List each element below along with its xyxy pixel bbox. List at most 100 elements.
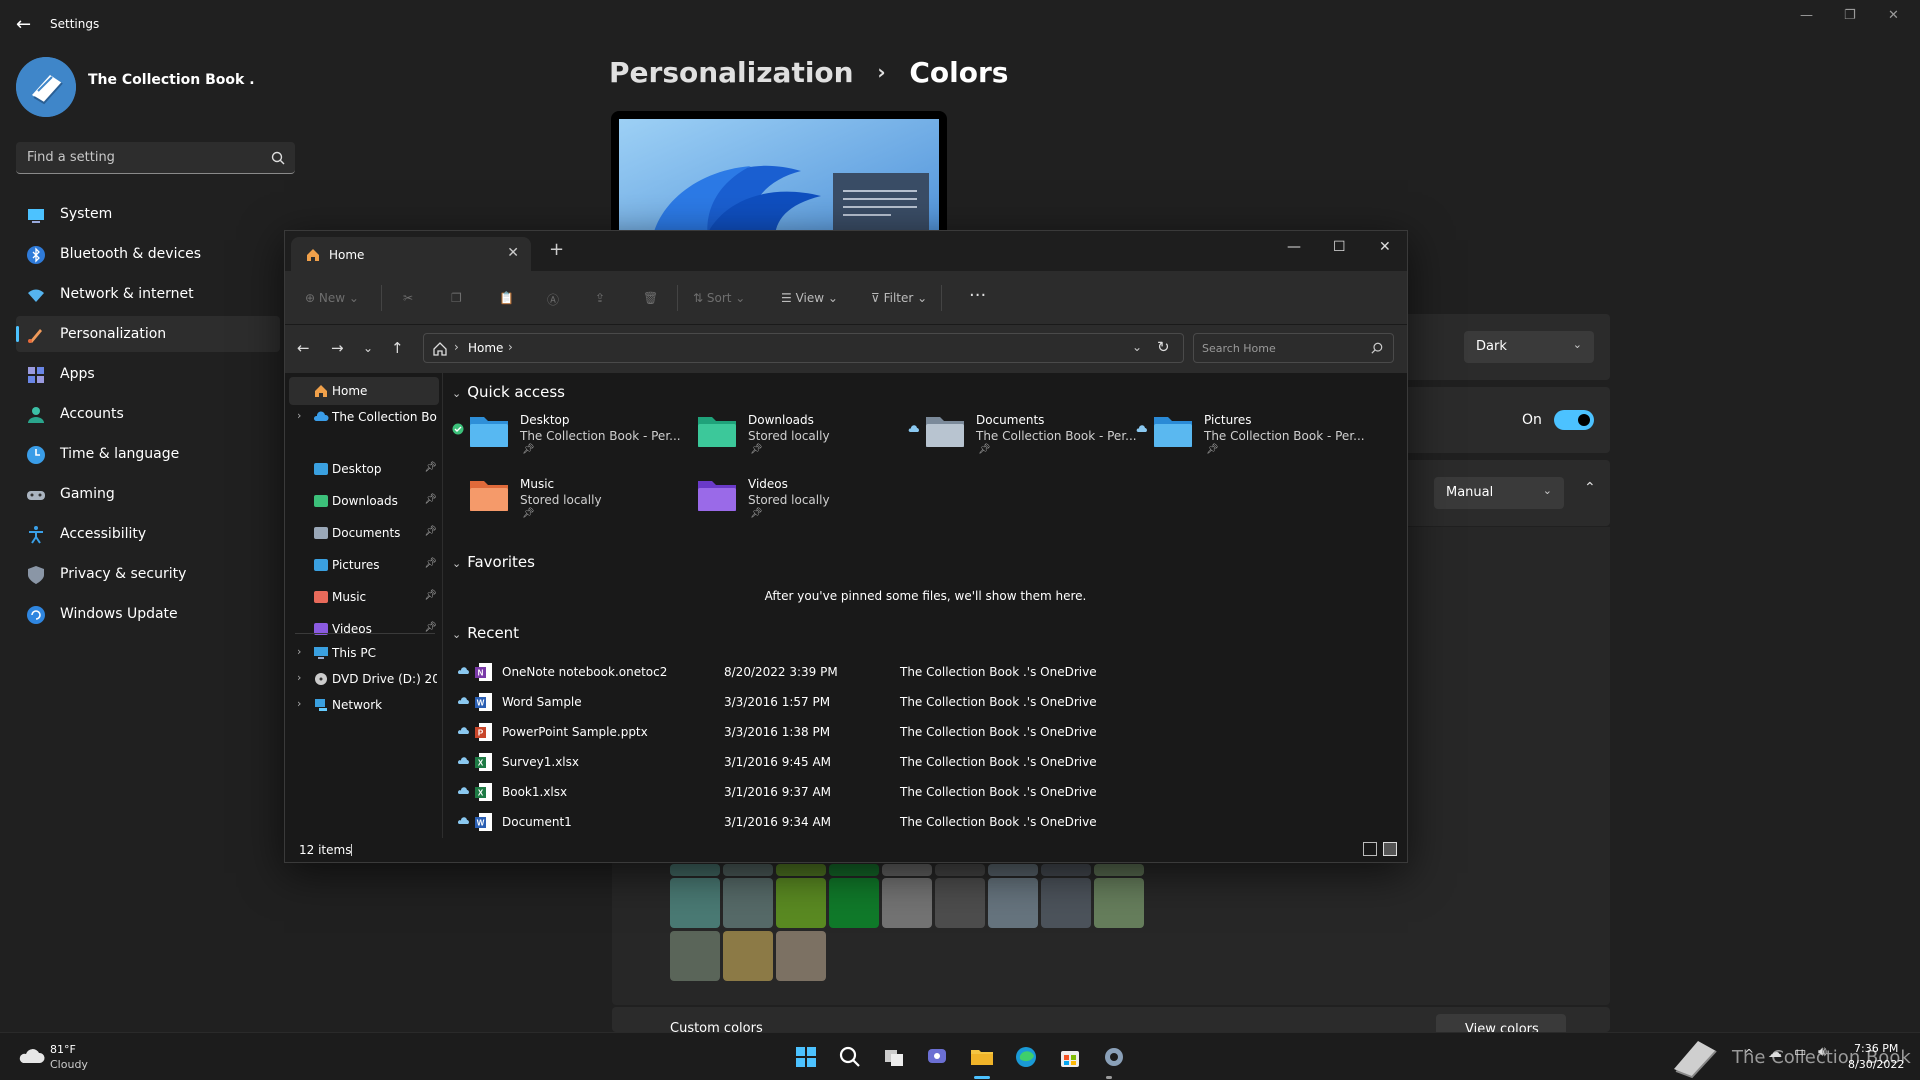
network-tray-icon[interactable]: ▭ xyxy=(1794,1045,1806,1060)
weather-desc[interactable]: Cloudy xyxy=(50,1058,88,1071)
accent-color-swatch[interactable] xyxy=(776,864,826,876)
sidebar-item-bluetooth-devices[interactable]: Bluetooth & devices xyxy=(16,236,280,272)
find-setting-input[interactable]: Find a setting xyxy=(16,142,295,174)
refresh-icon[interactable]: ↻ xyxy=(1157,338,1170,356)
accent-color-swatch[interactable] xyxy=(882,864,932,876)
tiles-view-icon[interactable] xyxy=(1383,842,1397,856)
rename-icon[interactable]: Ⓐ xyxy=(547,291,559,308)
accent-color-swatch[interactable] xyxy=(988,878,1038,928)
volume-icon[interactable]: 🔊︎ xyxy=(1818,1044,1827,1060)
accent-color-swatch[interactable] xyxy=(723,864,773,876)
sidebar-item-desktop[interactable]: Desktop 📌︎ xyxy=(289,455,439,483)
sidebar-item-dvd[interactable]: › DVD Drive (D:) 2021 xyxy=(289,665,439,693)
address-bar[interactable]: › Home › ⌄ xyxy=(423,333,1184,363)
close-icon[interactable]: ✕ xyxy=(1379,239,1391,255)
sidebar-item-apps[interactable]: Apps xyxy=(16,356,280,392)
quick-access-desktop[interactable]: Desktop The Collection Book - Per... 📌︎ xyxy=(452,409,681,463)
accent-color-swatch[interactable] xyxy=(1094,864,1144,876)
sidebar-item-home[interactable]: Home xyxy=(289,377,439,405)
paste-icon[interactable]: 📋 xyxy=(499,291,514,305)
accent-color-swatch[interactable] xyxy=(670,864,720,876)
sort-button[interactable]: ⇅ Sort ⌄ xyxy=(693,291,745,305)
filter-button[interactable]: ⊽ Filter ⌄ xyxy=(871,291,927,305)
recent-locations-icon[interactable]: ⌄ xyxy=(363,341,373,355)
minimize-icon[interactable]: — xyxy=(1287,239,1301,255)
chevron-right-icon[interactable]: › xyxy=(297,409,301,422)
new-button[interactable]: ⊕ New ⌄ xyxy=(305,291,359,305)
sidebar-item-personalization[interactable]: Personalization xyxy=(16,316,280,352)
quick-access-header[interactable]: ⌄ Quick access xyxy=(452,383,565,401)
pin-icon[interactable]: 📌︎ xyxy=(424,590,437,601)
accent-color-swatch[interactable] xyxy=(1094,878,1144,928)
pin-icon[interactable]: 📌︎ xyxy=(424,622,437,633)
transparency-toggle[interactable] xyxy=(1554,410,1594,430)
back-icon[interactable]: ← xyxy=(297,339,310,357)
view-button[interactable]: ☰ View ⌄ xyxy=(781,291,838,305)
avatar[interactable] xyxy=(16,57,76,117)
breadcrumb-parent[interactable]: Personalization xyxy=(609,56,854,89)
accent-color-swatch[interactable] xyxy=(829,878,879,928)
copy-icon[interactable]: ❐ xyxy=(451,291,462,305)
recent-file-row[interactable]: P PowerPoint Sample.pptx 3/3/2016 1:38 PM T… xyxy=(444,717,1407,747)
sidebar-item-system[interactable]: System xyxy=(16,196,280,232)
up-icon[interactable]: ↑ xyxy=(391,339,404,357)
sidebar-item-accounts[interactable]: Accounts xyxy=(16,396,280,432)
restore-icon[interactable]: ❐ xyxy=(1844,8,1856,23)
recent-file-row[interactable]: W Document1 3/1/2016 9:34 AM The Collection… xyxy=(444,807,1407,837)
cut-icon[interactable]: ✂ xyxy=(403,291,413,305)
accent-color-swatch[interactable] xyxy=(776,931,826,981)
sidebar-item-music[interactable]: Music 📌︎ xyxy=(289,583,439,611)
close-tab-icon[interactable]: ✕ xyxy=(507,245,519,261)
share-icon[interactable]: ⇪ xyxy=(595,291,605,305)
sidebar-item-pictures[interactable]: Pictures 📌︎ xyxy=(289,551,439,579)
sidebar-item-documents[interactable]: Documents 📌︎ xyxy=(289,519,439,547)
accent-color-swatch[interactable] xyxy=(776,878,826,928)
accent-color-swatch[interactable] xyxy=(670,931,720,981)
delete-icon[interactable]: 🗑 xyxy=(643,291,658,305)
recent-file-row[interactable]: W Word Sample 3/3/2016 1:57 PM The Collecti… xyxy=(444,687,1407,717)
pin-icon[interactable]: 📌︎ xyxy=(424,558,437,569)
accent-color-swatch[interactable] xyxy=(935,878,985,928)
clock-time[interactable]: 7:36 PM xyxy=(1854,1042,1898,1055)
search-input[interactable]: Search Home xyxy=(1193,333,1394,363)
accent-color-swatch[interactable] xyxy=(723,878,773,928)
accent-color-swatch[interactable] xyxy=(1041,878,1091,928)
recent-header[interactable]: ⌄ Recent xyxy=(452,624,519,642)
onedrive-tray-icon[interactable]: ☁ xyxy=(1768,1045,1782,1061)
accent-select[interactable]: Manual ⌄ xyxy=(1434,477,1564,509)
quick-access-documents[interactable]: Documents The Collection Book - Per... 📌︎ xyxy=(908,409,1137,463)
chevron-right-icon[interactable]: › xyxy=(297,697,301,710)
sidebar-item-this-pc[interactable]: › This PC xyxy=(289,639,439,667)
chevron-up-icon[interactable]: ⌃ xyxy=(1584,480,1596,496)
more-options-icon[interactable]: ··· xyxy=(969,285,986,306)
sidebar-item-network[interactable]: › Network xyxy=(289,691,439,719)
pin-icon[interactable]: 📌︎ xyxy=(424,526,437,537)
accent-color-swatch[interactable] xyxy=(723,931,773,981)
pin-icon[interactable]: 📌︎ xyxy=(522,508,535,519)
sidebar-item-onedrive[interactable]: › The Collection Boo xyxy=(289,403,439,431)
favorites-header[interactable]: ⌄ Favorites xyxy=(452,553,535,571)
minimize-icon[interactable]: — xyxy=(1800,8,1813,23)
accent-color-swatch[interactable] xyxy=(829,864,879,876)
sidebar-item-accessibility[interactable]: Accessibility xyxy=(16,516,280,552)
close-icon[interactable]: ✕ xyxy=(1888,8,1899,23)
accent-color-swatch[interactable] xyxy=(670,878,720,928)
hidden-icons-chevron-icon[interactable]: ^ xyxy=(1744,1047,1754,1061)
quick-access-videos[interactable]: Videos Stored locally 📌︎ xyxy=(680,473,900,527)
recent-file-row[interactable]: X Book1.xlsx 3/1/2016 9:37 AM The Collectio… xyxy=(444,777,1407,807)
forward-icon[interactable]: → xyxy=(331,339,344,357)
accent-color-swatch[interactable] xyxy=(988,864,1038,876)
pin-icon[interactable]: 📌︎ xyxy=(750,444,763,455)
accent-color-swatch[interactable] xyxy=(882,878,932,928)
pin-icon[interactable]: 📌︎ xyxy=(424,494,437,505)
sidebar-item-downloads[interactable]: Downloads 📌︎ xyxy=(289,487,439,515)
sidebar-item-time-language[interactable]: Time & language xyxy=(16,436,280,472)
quick-access-music[interactable]: Music Stored locally 📌︎ xyxy=(452,473,672,527)
new-tab-icon[interactable]: + xyxy=(549,239,564,260)
pin-icon[interactable]: 📌︎ xyxy=(978,444,991,455)
accent-color-swatch[interactable] xyxy=(1041,864,1091,876)
sidebar-item-windows-update[interactable]: Windows Update xyxy=(16,596,280,632)
sidebar-item-privacy-security[interactable]: Privacy & security xyxy=(16,556,280,592)
mode-select[interactable]: Dark ⌄ xyxy=(1464,331,1594,363)
quick-access-pictures[interactable]: Pictures The Collection Book - Per... 📌︎ xyxy=(1136,409,1365,463)
